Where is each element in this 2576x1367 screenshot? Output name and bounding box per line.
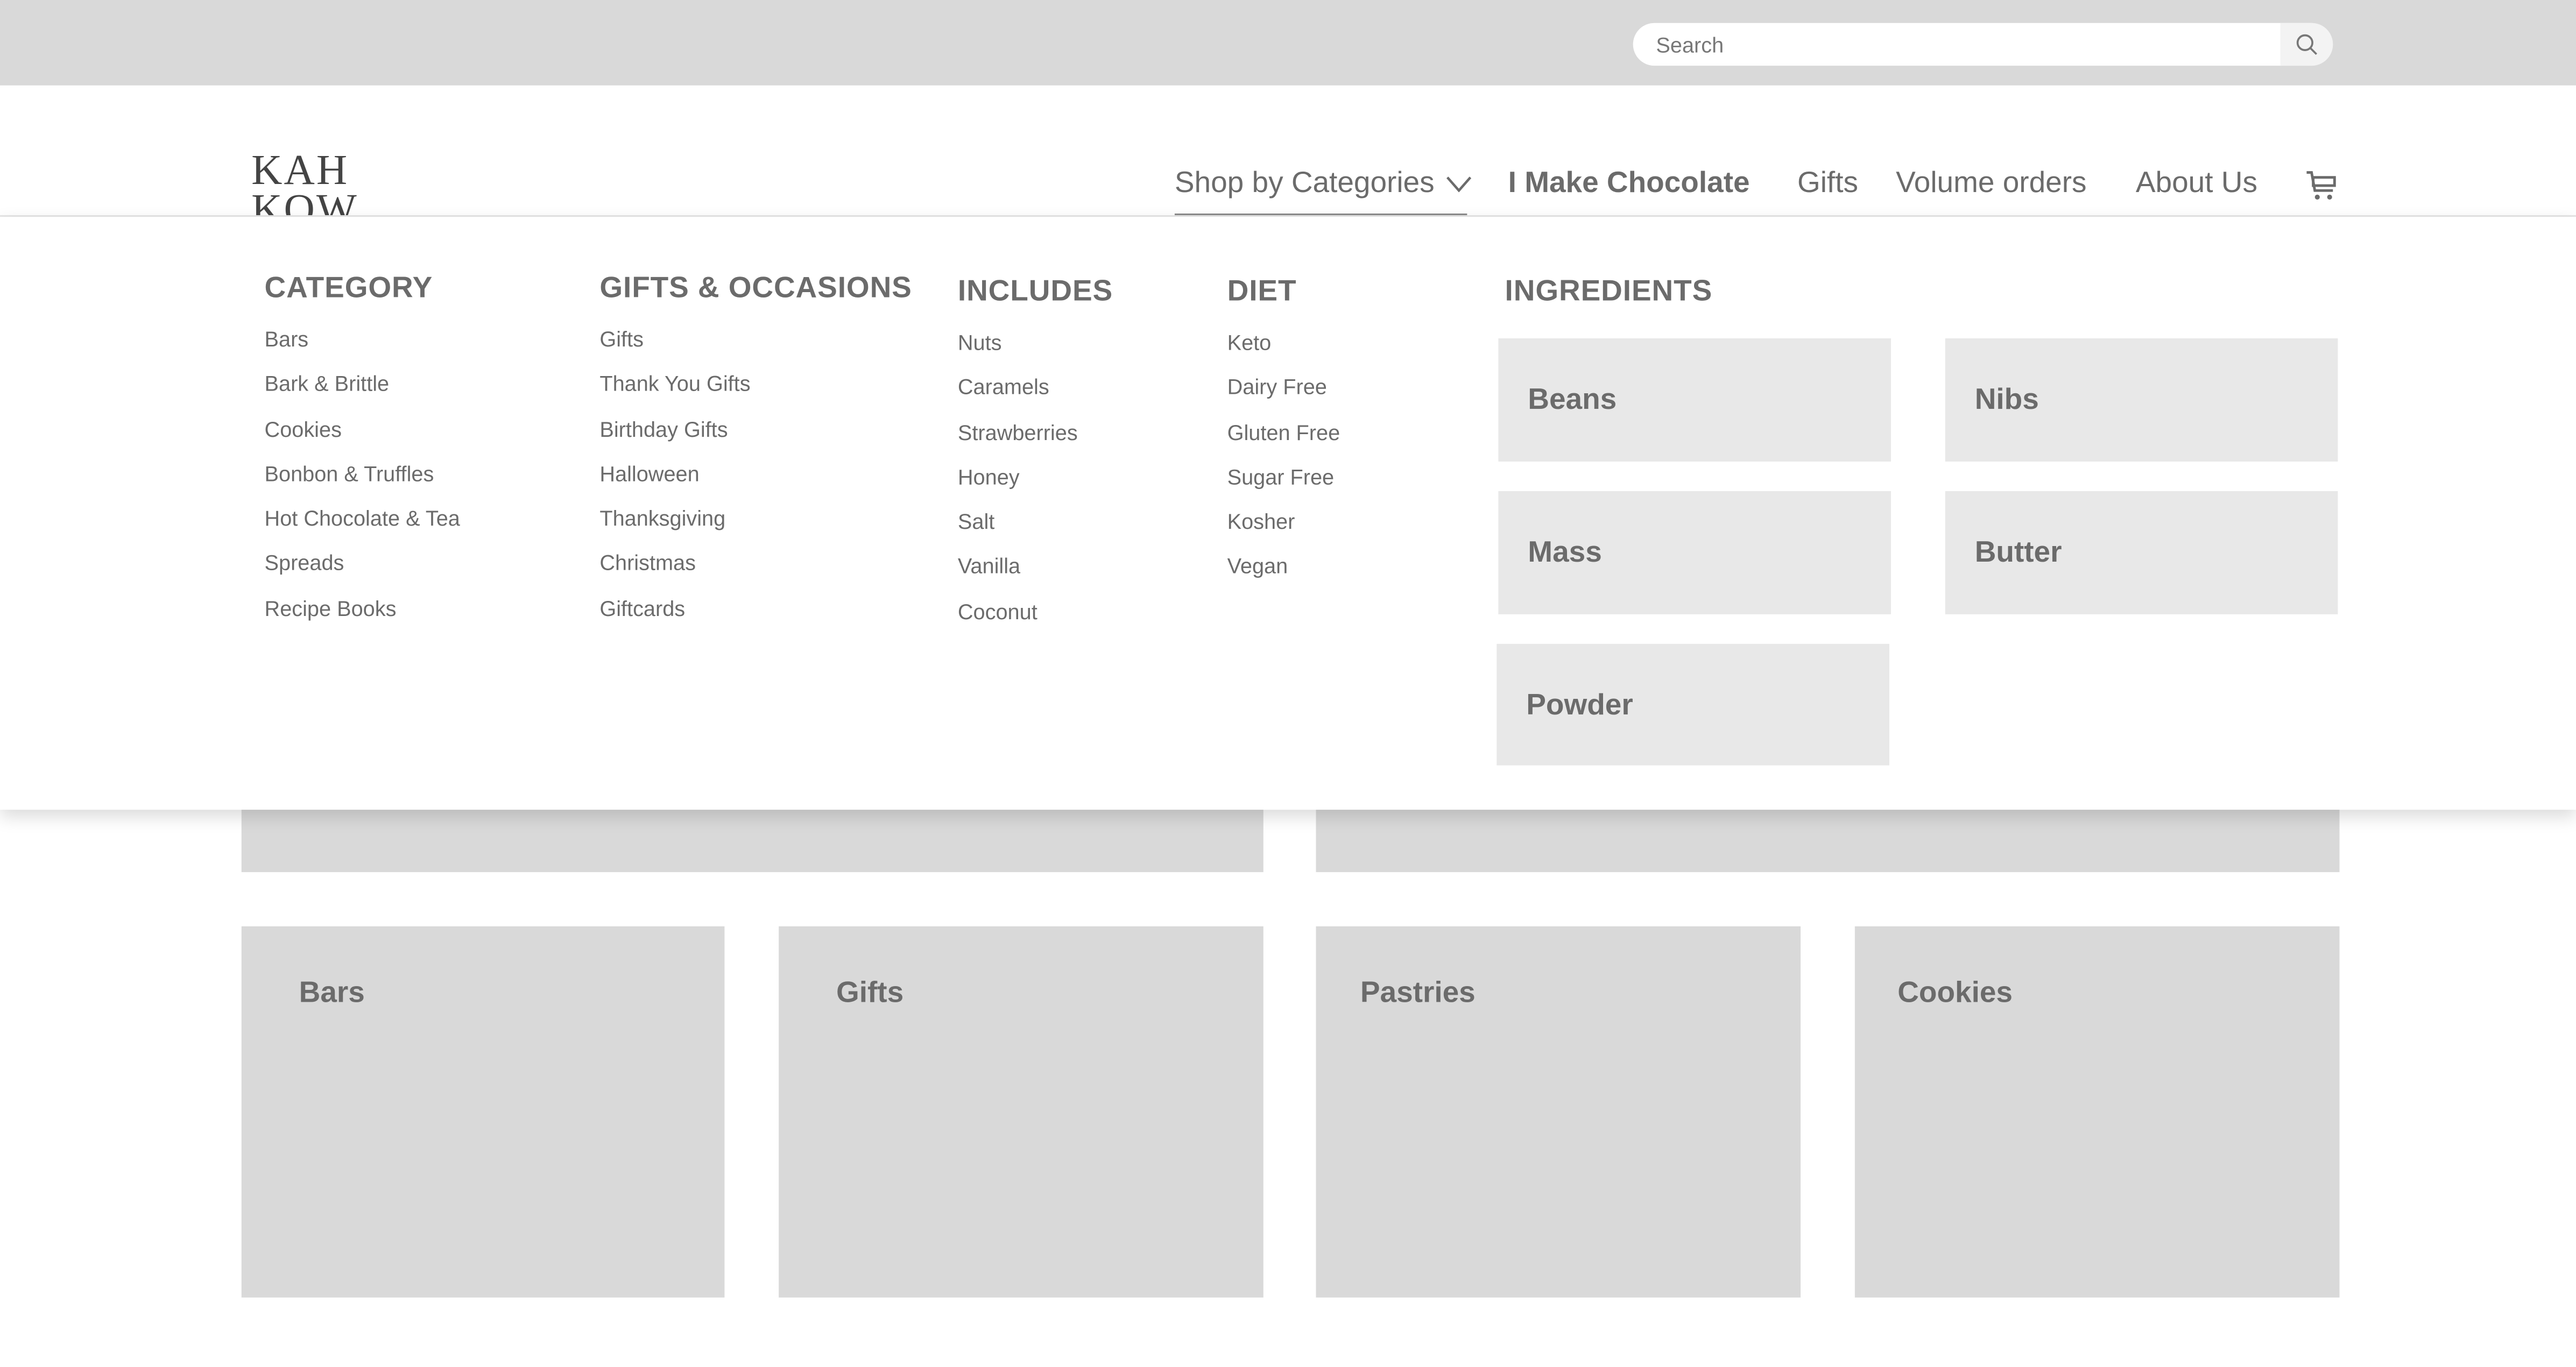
menu-item[interactable]: Vegan xyxy=(1227,553,1340,597)
cart-button[interactable] xyxy=(2305,169,2338,210)
ingredient-tile-butter[interactable]: Butter xyxy=(1945,491,2338,614)
tile-label: Gifts xyxy=(836,975,904,1009)
menu-column-ingredients: INGREDIENTS xyxy=(1505,274,1713,309)
menu-column-diet: DIET Keto Dairy Free Gluten Free Sugar F… xyxy=(1227,274,1340,598)
nav-about-us[interactable]: About Us xyxy=(2136,166,2257,200)
search-input[interactable] xyxy=(1656,23,2264,66)
tile-label: Beans xyxy=(1528,383,1617,416)
ingredient-tile-beans[interactable]: Beans xyxy=(1498,338,1892,462)
menu-item[interactable]: Strawberries xyxy=(958,418,1113,463)
tile-label: Pastries xyxy=(1360,975,1476,1009)
menu-item[interactable]: Christmas xyxy=(599,549,912,594)
logo[interactable]: KAH KOW xyxy=(251,151,383,215)
menu-item[interactable]: Halloween xyxy=(599,460,912,505)
menu-column-gifts-occasions: GIFTS & OCCASIONS Gifts Thank You Gifts … xyxy=(599,271,912,639)
menu-item[interactable]: Dairy Free xyxy=(1227,373,1340,418)
menu-item[interactable]: Spreads xyxy=(265,549,460,594)
menu-item[interactable]: Gifts xyxy=(599,325,912,370)
category-tile[interactable]: Gifts xyxy=(779,926,1264,1298)
column-heading: CATEGORY xyxy=(264,271,433,304)
menu-item[interactable]: Coconut xyxy=(958,598,1113,642)
mega-menu: CATEGORY Bars Bark & Brittle Cookies Bon… xyxy=(0,216,2576,810)
ingredient-tile-powder[interactable]: Powder xyxy=(1497,643,1889,766)
menu-item[interactable]: Gluten Free xyxy=(1227,418,1340,463)
menu-item[interactable]: Giftcards xyxy=(599,594,912,639)
tile-label: Mass xyxy=(1528,535,1602,569)
menu-item[interactable]: Keto xyxy=(1227,329,1340,373)
nav-label: Shop by Categories xyxy=(1174,166,1435,199)
menu-column-category: CATEGORY Bars Bark & Brittle Cookies Bon… xyxy=(265,271,460,639)
column-heading: INCLUDES xyxy=(957,274,1113,307)
menu-item[interactable]: Caramels xyxy=(958,373,1113,418)
menu-item[interactable]: Cookies xyxy=(265,415,460,459)
category-tile[interactable]: Cookies xyxy=(1854,926,2340,1298)
nav-i-make-chocolate[interactable]: I Make Chocolate xyxy=(1508,166,1750,200)
ingredient-tile-mass[interactable]: Mass xyxy=(1498,491,1892,614)
page: KAH KOW Shop by Categories I Make Chocol… xyxy=(0,0,2576,1366)
ingredient-tile-nibs[interactable]: Nibs xyxy=(1945,338,2338,462)
menu-item[interactable]: Hot Chocolate & Tea xyxy=(265,505,460,549)
tile-label: Cookies xyxy=(1897,975,2013,1009)
nav-shop-by-categories[interactable]: Shop by Categories xyxy=(1175,166,1472,200)
menu-item[interactable]: Salt xyxy=(958,508,1113,553)
menu-item[interactable]: Bars xyxy=(265,325,460,370)
menu-item[interactable]: Recipe Books xyxy=(265,594,460,639)
menu-item[interactable]: Sugar Free xyxy=(1227,463,1340,508)
tile-label: Bars xyxy=(299,975,365,1009)
menu-item[interactable]: Bonbon & Truffles xyxy=(265,460,460,505)
menu-item[interactable]: Bark & Brittle xyxy=(265,370,460,415)
tile-label: Butter xyxy=(1974,535,2062,569)
column-heading: INGREDIENTS xyxy=(1505,274,1713,307)
menu-item[interactable]: Thanksgiving xyxy=(599,505,912,549)
logo-line2: KOW xyxy=(251,185,358,215)
top-bar xyxy=(0,0,2576,86)
search-box xyxy=(1633,23,2333,66)
search-icon xyxy=(2296,34,2318,55)
tile-label: Powder xyxy=(1526,688,1633,721)
nav-gifts[interactable]: Gifts xyxy=(1797,166,1858,200)
menu-item[interactable]: Kosher xyxy=(1227,508,1340,553)
chevron-down-icon xyxy=(1446,176,1472,193)
menu-item[interactable]: Honey xyxy=(958,463,1113,508)
search-button[interactable] xyxy=(2280,23,2333,66)
menu-item[interactable]: Thank You Gifts xyxy=(599,370,912,415)
menu-item[interactable]: Birthday Gifts xyxy=(599,415,912,459)
cart-icon xyxy=(2306,171,2336,200)
menu-item[interactable]: Vanilla xyxy=(958,553,1113,597)
menu-item[interactable]: Nuts xyxy=(958,329,1113,373)
nav-volume-orders[interactable]: Volume orders xyxy=(1896,166,2086,200)
category-tile[interactable]: Pastries xyxy=(1316,926,1801,1298)
column-heading: DIET xyxy=(1227,274,1297,307)
logo-line1: KAH xyxy=(251,151,349,194)
column-heading: GIFTS & OCCASIONS xyxy=(599,271,912,304)
tile-label: Nibs xyxy=(1974,383,2039,416)
category-tile[interactable]: Bars xyxy=(241,926,725,1298)
menu-column-includes: INCLUDES Nuts Caramels Strawberries Hone… xyxy=(958,274,1113,642)
